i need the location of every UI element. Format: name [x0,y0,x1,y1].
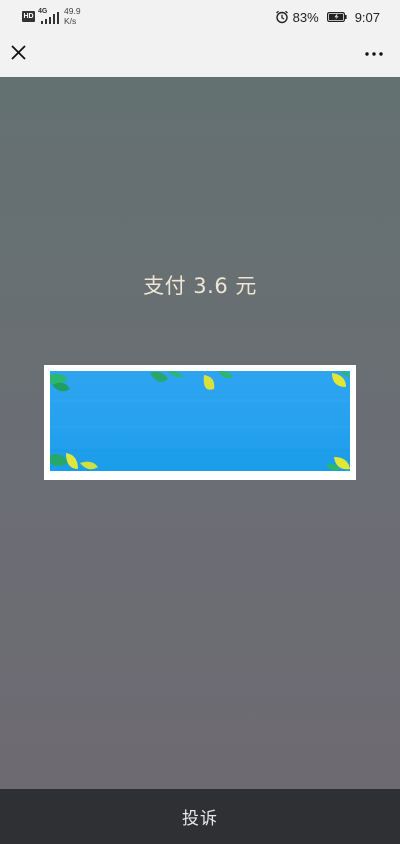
leaves-decoration-icon [50,371,350,471]
clock-time: 9:07 [354,9,380,25]
banner-ad[interactable] [50,371,350,471]
payment-amount-title: 支付 3.6 元 [143,274,257,298]
network-speed: 49.9 K/s [64,6,81,26]
alarm-icon [275,10,288,24]
close-icon[interactable] [8,42,32,66]
speed-unit: K/s [64,16,77,26]
status-right: 83% 9:07 [275,8,380,26]
battery-percent: 83% [292,9,319,25]
battery-icon [326,12,347,22]
more-icon[interactable] [362,42,386,66]
payment-content: 支付 3.6 元 [0,77,400,789]
status-bar: HD 4G 49.9 K/s 83% 9:07 [0,0,400,34]
speed-value: 49.9 [64,6,81,16]
hd-badge: HD [22,11,35,22]
nav-bar [0,34,400,77]
banner-frame [44,365,356,480]
signal-icon [41,12,59,24]
complaint-button[interactable]: 投诉 [0,789,400,844]
complaint-label: 投诉 [182,809,218,829]
